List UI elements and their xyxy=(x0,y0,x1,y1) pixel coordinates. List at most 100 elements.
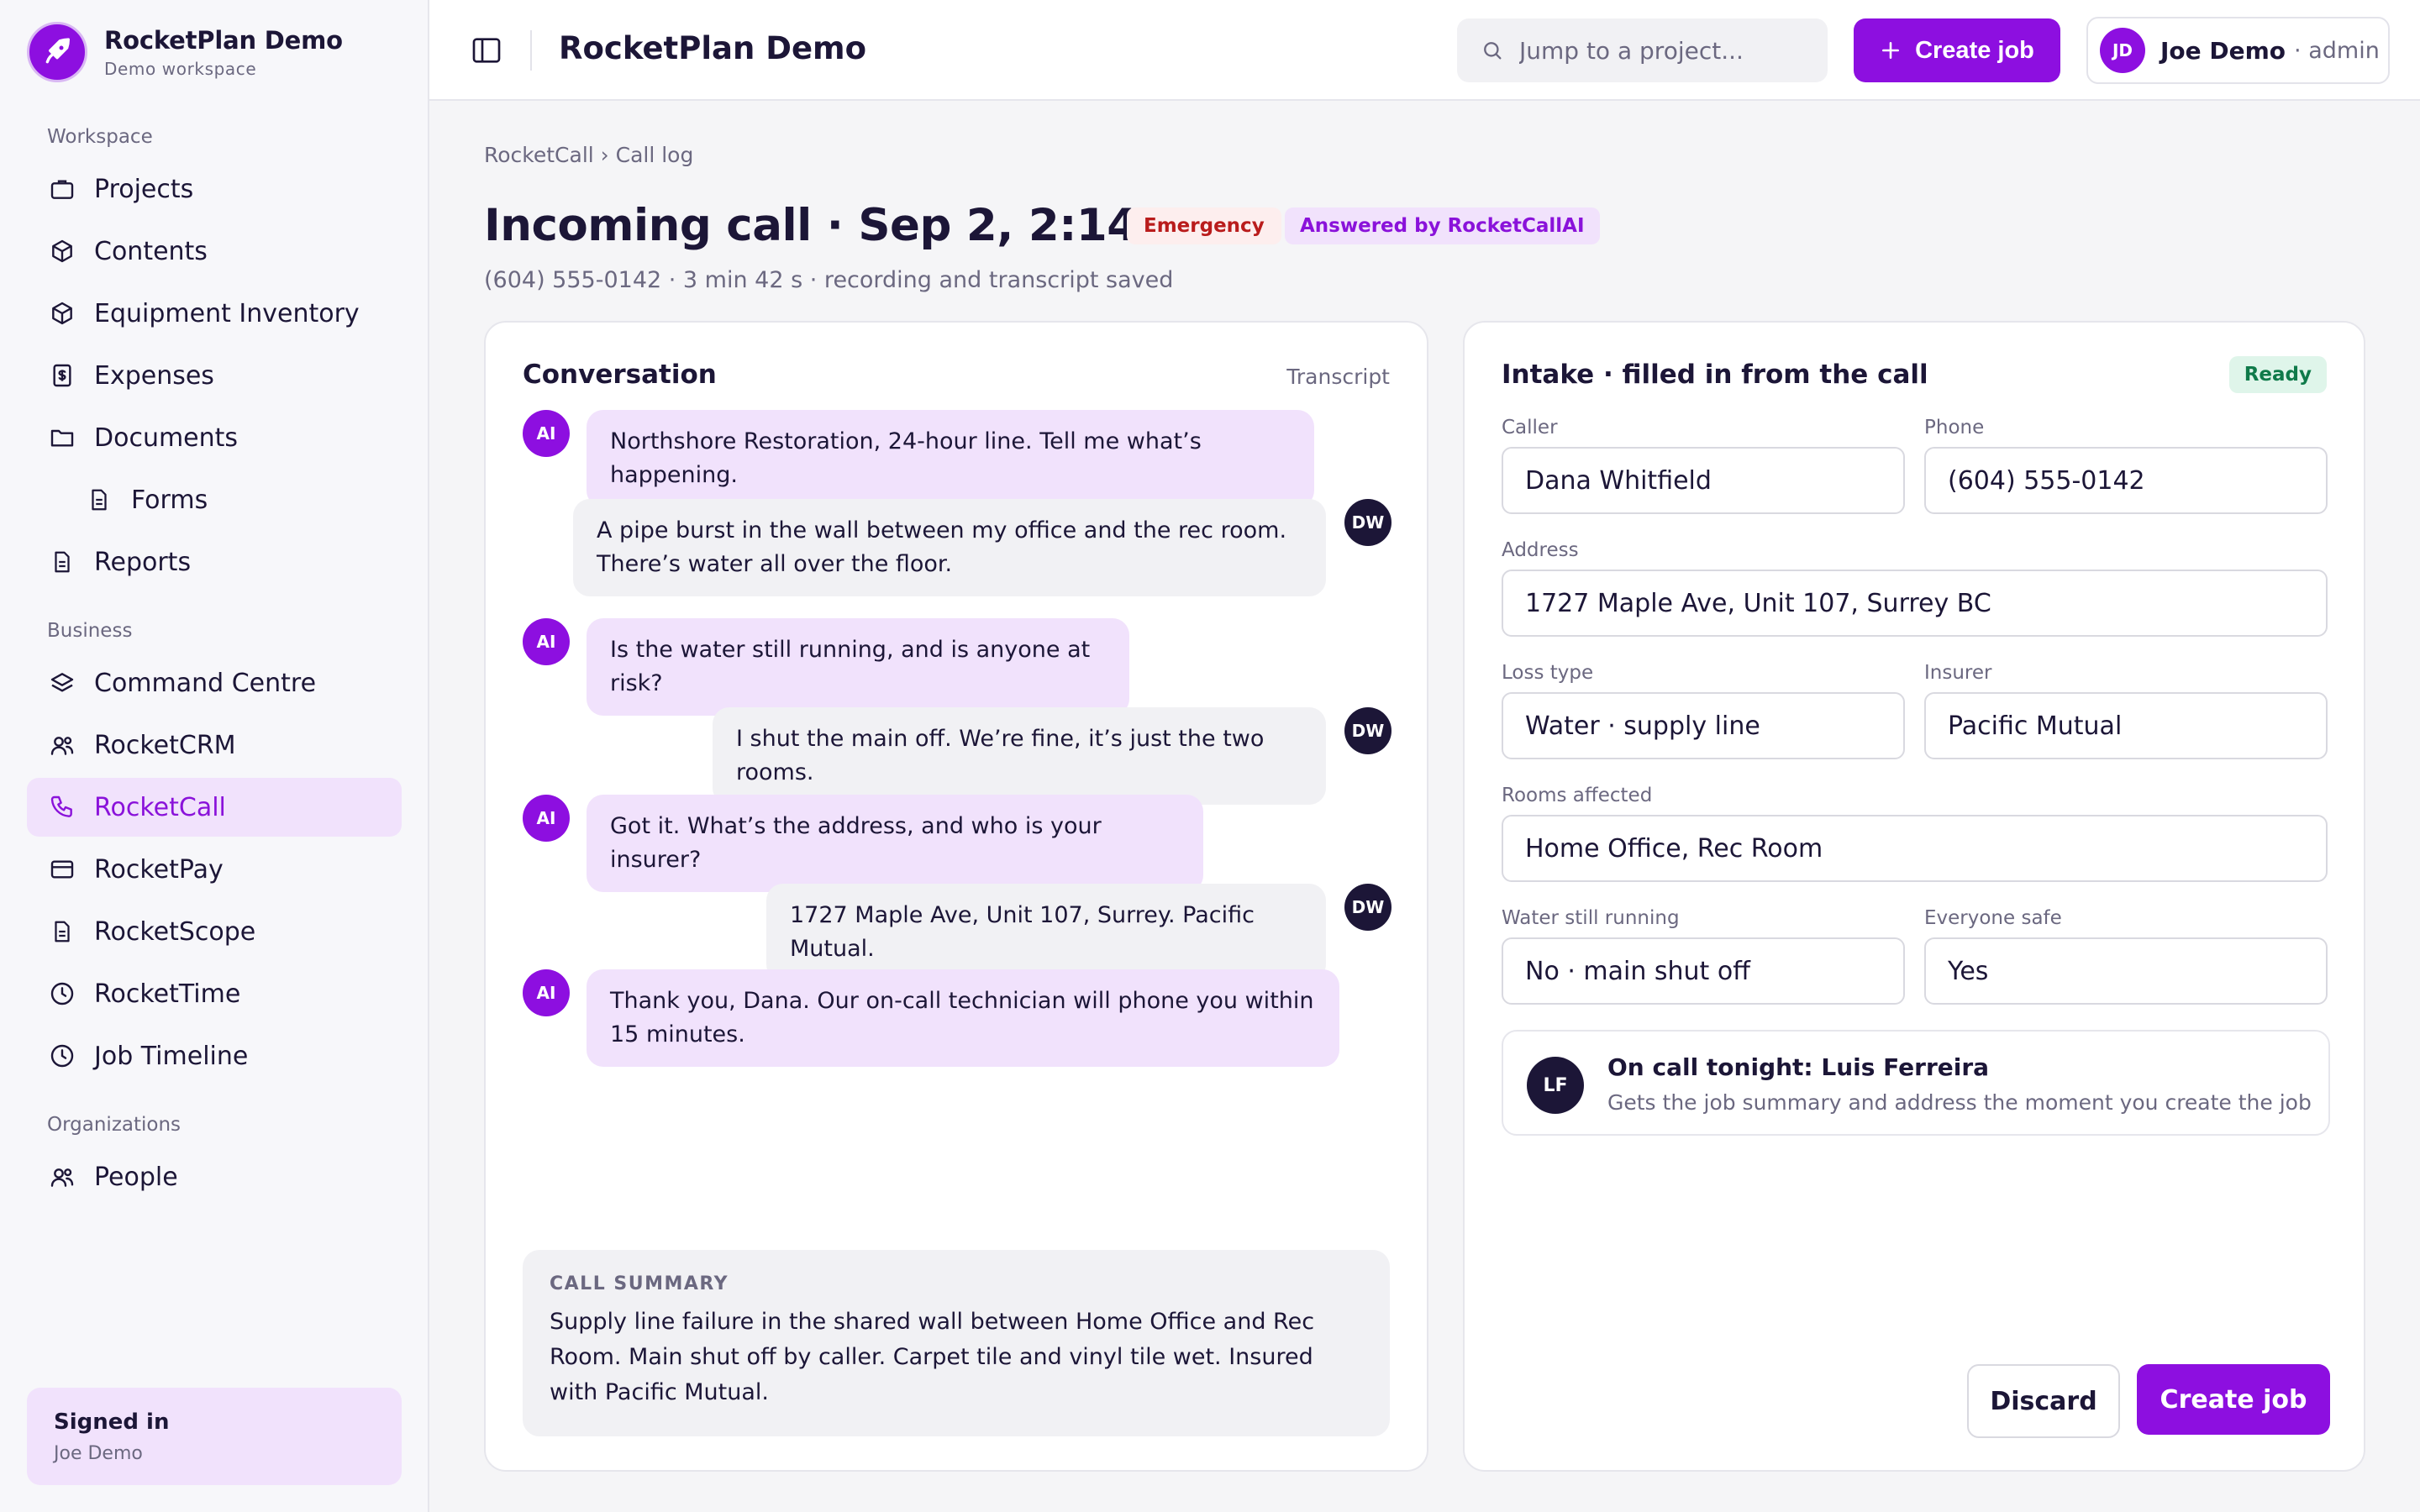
user-menu[interactable]: JD Joe Demo · admin xyxy=(2086,17,2390,84)
phone-icon xyxy=(47,792,77,822)
insurer-label: Insurer xyxy=(1924,662,1992,684)
section-organizations: Organizations xyxy=(47,1114,182,1136)
receipt-icon xyxy=(47,360,77,391)
rooms-field[interactable] xyxy=(1502,815,2328,882)
user-name: Joe Demo xyxy=(2160,36,2286,65)
sidebar-item-label: RocketTime xyxy=(94,979,241,1009)
conversation-title: Conversation xyxy=(523,360,717,390)
sidebar-item-label: Documents xyxy=(94,423,239,453)
everyone-safe-label: Everyone safe xyxy=(1924,907,2062,929)
brand-subtitle: Demo workspace xyxy=(104,58,257,79)
water-running-label: Water still running xyxy=(1502,907,1680,929)
briefcase-icon xyxy=(47,174,77,204)
sidebar-item-reports[interactable]: Reports xyxy=(27,533,402,591)
caller-avatar: DW xyxy=(1344,884,1392,931)
sidebar-item-documents[interactable]: Documents xyxy=(27,408,402,467)
sidebar-item-label: Contents xyxy=(94,236,208,266)
phone-field[interactable] xyxy=(1924,447,2328,514)
sidebar-item-label: RocketCRM xyxy=(94,730,236,760)
sidebar-item-rocketcrm[interactable]: RocketCRM xyxy=(27,716,402,774)
status-badge: Ready xyxy=(2228,356,2327,393)
sidebar-item-rocketpay[interactable]: RocketPay xyxy=(27,840,402,899)
sidebar-item-equipment-inventory[interactable]: Equipment Inventory xyxy=(27,284,402,343)
message-caller: A pipe burst in the wall between my offi… xyxy=(573,499,1326,596)
sidebar-item-expenses[interactable]: Expenses xyxy=(27,346,402,405)
section-workspace: Workspace xyxy=(47,126,153,148)
create-job-label: Create job xyxy=(1915,36,2034,64)
avatar: JD xyxy=(2100,28,2145,73)
on-call-panel: LF On call tonight: Luis Ferreira Gets t… xyxy=(1502,1030,2330,1136)
topbar: RocketPlan Demo Create job JD Joe Demo ·… xyxy=(429,0,2420,101)
call-summary-text: Supply line failure in the shared wall b… xyxy=(550,1309,1315,1405)
page-title: Incoming call · Sep 2, 2:14 AM xyxy=(484,200,1231,251)
sidebar-item-job-timeline[interactable]: Job Timeline xyxy=(27,1026,402,1085)
message-ai: Northshore Restoration, 24-hour line. Te… xyxy=(587,410,1314,507)
sidebar-item-label: Job Timeline xyxy=(94,1041,249,1071)
sidebar-item-label: Expenses xyxy=(94,360,214,391)
signed-in-panel[interactable]: Signed in Joe Demo xyxy=(27,1388,402,1485)
clock-icon xyxy=(47,979,77,1009)
signed-in-title: Signed in xyxy=(54,1410,170,1435)
message-caller: I shut the main off. We’re fine, it’s ju… xyxy=(713,707,1326,805)
create-job-button[interactable]: Create job xyxy=(2137,1364,2330,1435)
call-summary: CALL SUMMARY Supply line failure in the … xyxy=(523,1250,1390,1436)
sidebar-item-label: Projects xyxy=(94,174,194,204)
breadcrumb[interactable]: RocketCall › Call log xyxy=(484,143,693,167)
transcript-link[interactable]: Transcript xyxy=(1286,365,1390,389)
intake-title: Intake · filled in from the call xyxy=(1502,360,1928,390)
sidebar-toggle-icon[interactable] xyxy=(470,34,503,67)
sidebar-item-command-centre[interactable]: Command Centre xyxy=(27,654,402,712)
ai-avatar: AI xyxy=(523,618,570,665)
sidebar-item-rockettime[interactable]: RocketTime xyxy=(27,964,402,1023)
clock-icon xyxy=(47,1041,77,1071)
sidebar-item-rocketscope[interactable]: RocketScope xyxy=(27,902,402,961)
sidebar-item-forms[interactable]: Forms xyxy=(27,470,402,529)
document-icon xyxy=(47,916,77,947)
search-input[interactable] xyxy=(1519,36,1822,65)
sidebar-item-label: Command Centre xyxy=(94,668,317,698)
sidebar-item-projects[interactable]: Projects xyxy=(27,160,402,218)
message-caller: 1727 Maple Ave, Unit 107, Surrey. Pacifi… xyxy=(766,884,1326,981)
topbar-divider xyxy=(530,30,532,71)
call-summary-label: CALL SUMMARY xyxy=(550,1273,729,1294)
address-label: Address xyxy=(1502,539,1579,561)
signed-in-user: Joe Demo xyxy=(54,1443,143,1464)
message-ai: Thank you, Dana. Our on-call technician … xyxy=(587,969,1339,1067)
water-running-field[interactable] xyxy=(1502,937,1905,1005)
credit-card-icon xyxy=(47,854,77,885)
caller-avatar: DW xyxy=(1344,707,1392,754)
on-call-title: On call tonight: Luis Ferreira xyxy=(1607,1053,1990,1081)
intake-card: Intake · filled in from the call Ready C… xyxy=(1463,321,2365,1472)
document-icon xyxy=(84,485,114,515)
box-icon xyxy=(47,236,77,266)
sidebar-item-people[interactable]: People xyxy=(27,1147,402,1206)
insurer-field[interactable] xyxy=(1924,692,2328,759)
loss-type-label: Loss type xyxy=(1502,662,1594,684)
ai-avatar: AI xyxy=(523,410,570,457)
user-role: · admin xyxy=(2294,37,2380,64)
sidebar-item-rocketcall[interactable]: RocketCall xyxy=(27,778,402,837)
sidebar-item-label: RocketPay xyxy=(94,854,224,885)
brand-name: RocketPlan Demo xyxy=(104,25,343,55)
sidebar-item-label: RocketCall xyxy=(94,792,226,822)
topbar-title: RocketPlan Demo xyxy=(559,30,867,66)
rooms-label: Rooms affected xyxy=(1502,785,1653,806)
address-field[interactable] xyxy=(1502,570,2328,637)
section-business: Business xyxy=(47,620,133,642)
sidebar-item-label: Forms xyxy=(131,485,208,515)
discard-button[interactable]: Discard xyxy=(1967,1364,2120,1438)
loss-type-field[interactable] xyxy=(1502,692,1905,759)
emergency-badge: Emergency xyxy=(1127,207,1281,244)
call-metadata: (604) 555-0142 · 3 min 42 s · recording … xyxy=(484,267,1174,293)
box-icon xyxy=(47,298,77,328)
plus-icon xyxy=(1880,39,1902,61)
create-job-top-button[interactable]: Create job xyxy=(1854,18,2060,82)
caller-label: Caller xyxy=(1502,417,1558,438)
brand[interactable]: RocketPlan Demo Demo workspace xyxy=(27,22,343,82)
project-search[interactable] xyxy=(1457,18,1828,82)
sidebar-item-contents[interactable]: Contents xyxy=(27,222,402,281)
ai-avatar: AI xyxy=(523,969,570,1016)
caller-field[interactable] xyxy=(1502,447,1905,514)
everyone-safe-field[interactable] xyxy=(1924,937,2328,1005)
caller-avatar: DW xyxy=(1344,499,1392,546)
